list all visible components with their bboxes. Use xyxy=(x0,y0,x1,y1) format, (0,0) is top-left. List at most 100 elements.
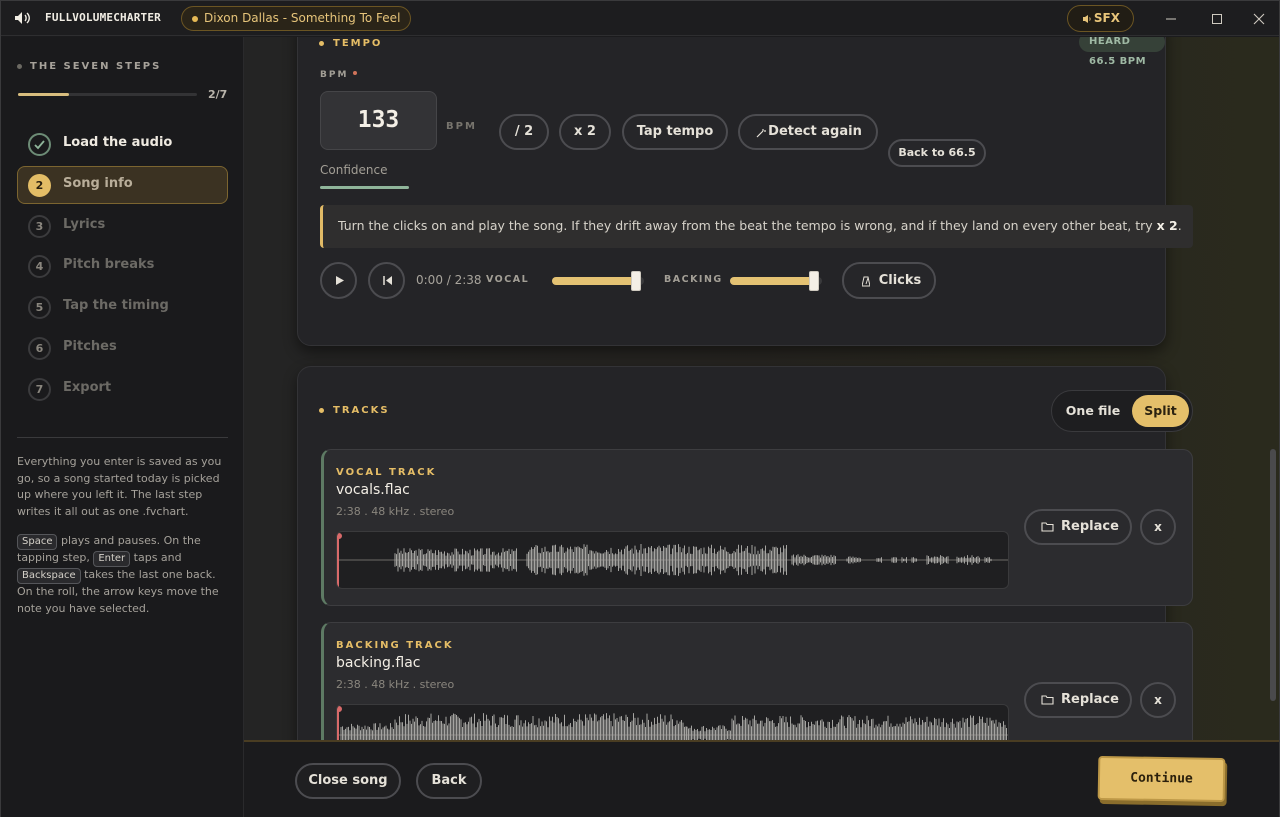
backing-waveform[interactable] xyxy=(336,704,1009,740)
hint-text: Turn the clicks on and play the song. If… xyxy=(338,218,1157,233)
back-to-heard-button[interactable]: Back to 66.5 xyxy=(888,139,986,167)
tempo-hint: Turn the clicks on and play the song. If… xyxy=(320,205,1193,248)
bpm-input[interactable]: 133 xyxy=(320,91,437,150)
vocal-waveform[interactable] xyxy=(336,531,1009,589)
playback-time: 0:00 / 2:38 xyxy=(416,273,482,287)
speaker-icon xyxy=(15,12,30,24)
sfx-toggle-button[interactable]: SFX xyxy=(1067,5,1134,32)
step-label: Load the audio xyxy=(63,135,173,150)
backing-volume-fill xyxy=(730,277,818,285)
app-window: FULLVOLUMECHARTER Dixon Dallas - Somethi… xyxy=(0,0,1280,817)
vocal-volume-label: VOCAL xyxy=(486,274,530,285)
vocal-track-panel: VOCAL TRACK vocals.flac 2:38 . 48 kHz . … xyxy=(321,449,1193,606)
step-number: 3 xyxy=(28,215,51,238)
step-label: Tap the timing xyxy=(63,298,169,313)
app-name: FULLVOLUMECHARTER xyxy=(45,11,161,24)
step-song-info[interactable]: 2 Song info xyxy=(17,166,228,204)
replace-vocal-button[interactable]: Replace xyxy=(1024,509,1132,545)
track-kind-label: BACKING TRACK xyxy=(336,640,454,651)
hint-emphasis: x 2 xyxy=(1156,218,1178,233)
step-lyrics[interactable]: 3 Lyrics xyxy=(17,207,228,245)
one-file-option[interactable]: One file xyxy=(1058,395,1128,427)
backing-track-panel: BACKING TRACK backing.flac 2:38 . 48 kHz… xyxy=(321,622,1193,740)
step-export[interactable]: 7 Export xyxy=(17,370,228,408)
half-tempo-button[interactable]: / 2 xyxy=(499,114,549,150)
vocal-volume-slider[interactable] xyxy=(552,271,644,291)
tracks-title: TRACKS xyxy=(319,405,390,416)
sound-icon xyxy=(1083,15,1091,23)
confidence-meter xyxy=(320,186,409,189)
main-content: TEMPO HEARD 66.5 BPM BPM 133 BPM / 2 x 2… xyxy=(244,37,1279,740)
replace-backing-button[interactable]: Replace xyxy=(1024,682,1132,718)
tempo-card: TEMPO HEARD 66.5 BPM BPM 133 BPM / 2 x 2… xyxy=(297,37,1193,346)
double-tempo-button[interactable]: x 2 xyxy=(559,114,611,150)
sfx-label: SFX xyxy=(1093,11,1120,25)
remove-backing-button[interactable]: x xyxy=(1140,682,1176,718)
folder-icon xyxy=(1041,522,1054,532)
detect-again-button[interactable]: Detect again xyxy=(738,114,878,150)
replace-label: Replace xyxy=(1061,692,1119,707)
vocal-volume-fill xyxy=(552,277,640,285)
backing-volume-slider[interactable] xyxy=(730,271,822,291)
skip-back-icon xyxy=(383,276,392,285)
current-song-label: Dixon Dallas - Something To Feel xyxy=(204,11,401,25)
step-tap-timing[interactable]: 5 Tap the timing xyxy=(17,288,228,326)
hint-text: . xyxy=(1177,218,1182,233)
main-scrollbar[interactable] xyxy=(1270,449,1276,701)
step-number: 2 xyxy=(28,174,51,197)
wand-icon xyxy=(756,129,766,138)
tap-tempo-button[interactable]: Tap tempo xyxy=(622,114,728,150)
close-icon[interactable] xyxy=(1249,9,1269,29)
kbd-enter: Enter xyxy=(93,551,131,567)
steps-heading: THE SEVEN STEPS xyxy=(17,61,161,72)
shortcuts-note: Space plays and pauses. On the tapping s… xyxy=(17,533,231,617)
shortcuts-text: taps and xyxy=(130,551,182,564)
bpm-unit: BPM xyxy=(446,121,477,132)
waveform-graphic xyxy=(337,532,1008,588)
replace-label: Replace xyxy=(1061,519,1119,534)
track-filename: backing.flac xyxy=(336,655,421,671)
rewind-button[interactable] xyxy=(368,262,405,299)
minimize-icon[interactable] xyxy=(1161,9,1181,29)
backing-volume-knob[interactable] xyxy=(809,271,820,291)
clicks-toggle-button[interactable]: Clicks xyxy=(842,262,936,299)
step-label: Pitch breaks xyxy=(63,257,155,272)
steps-progress-count: 2/7 xyxy=(208,88,228,101)
kbd-space: Space xyxy=(17,534,58,550)
play-button[interactable] xyxy=(320,262,357,299)
confidence-label: Confidence xyxy=(320,163,388,177)
song-status-dot xyxy=(192,16,198,22)
metronome-icon xyxy=(862,276,870,287)
step-label: Export xyxy=(63,380,112,395)
split-option[interactable]: Split xyxy=(1132,395,1189,427)
tracks-card: TRACKS One file Split VOCAL TRACK vocals… xyxy=(297,366,1193,740)
remove-vocal-button[interactable]: x xyxy=(1140,509,1176,545)
step-number: 4 xyxy=(28,255,51,278)
track-kind-label: VOCAL TRACK xyxy=(336,467,437,478)
clicks-label: Clicks xyxy=(878,273,922,288)
sidebar-divider xyxy=(17,437,228,438)
back-button[interactable]: Back xyxy=(416,763,482,799)
step-number: 6 xyxy=(28,337,51,360)
step-label: Pitches xyxy=(63,339,117,354)
footer-bar: Close song Back Continue xyxy=(244,740,1279,817)
step-label: Song info xyxy=(63,176,133,191)
backing-volume-label: BACKING xyxy=(664,274,723,285)
step-pitches[interactable]: 6 Pitches xyxy=(17,329,228,367)
current-song-chip[interactable]: Dixon Dallas - Something To Feel xyxy=(181,6,412,31)
step-load-audio[interactable]: Load the audio xyxy=(17,125,228,163)
vocal-volume-knob[interactable] xyxy=(631,271,642,291)
step-label: Lyrics xyxy=(63,217,106,232)
track-mode-toggle: One file Split xyxy=(1051,390,1193,432)
track-filename: vocals.flac xyxy=(336,482,410,498)
bpm-label: BPM xyxy=(320,70,358,80)
step-number: 5 xyxy=(28,296,51,319)
close-song-button[interactable]: Close song xyxy=(295,763,401,799)
title-bar: FULLVOLUMECHARTER Dixon Dallas - Somethi… xyxy=(1,1,1279,36)
step-pitch-breaks[interactable]: 4 Pitch breaks xyxy=(17,247,228,285)
detect-again-label: Detect again xyxy=(768,124,862,139)
heard-bpm-badge: HEARD 66.5 BPM xyxy=(1079,37,1165,67)
maximize-icon[interactable] xyxy=(1207,9,1227,29)
continue-button[interactable]: Continue xyxy=(1097,755,1226,803)
step-number: 7 xyxy=(28,378,51,401)
